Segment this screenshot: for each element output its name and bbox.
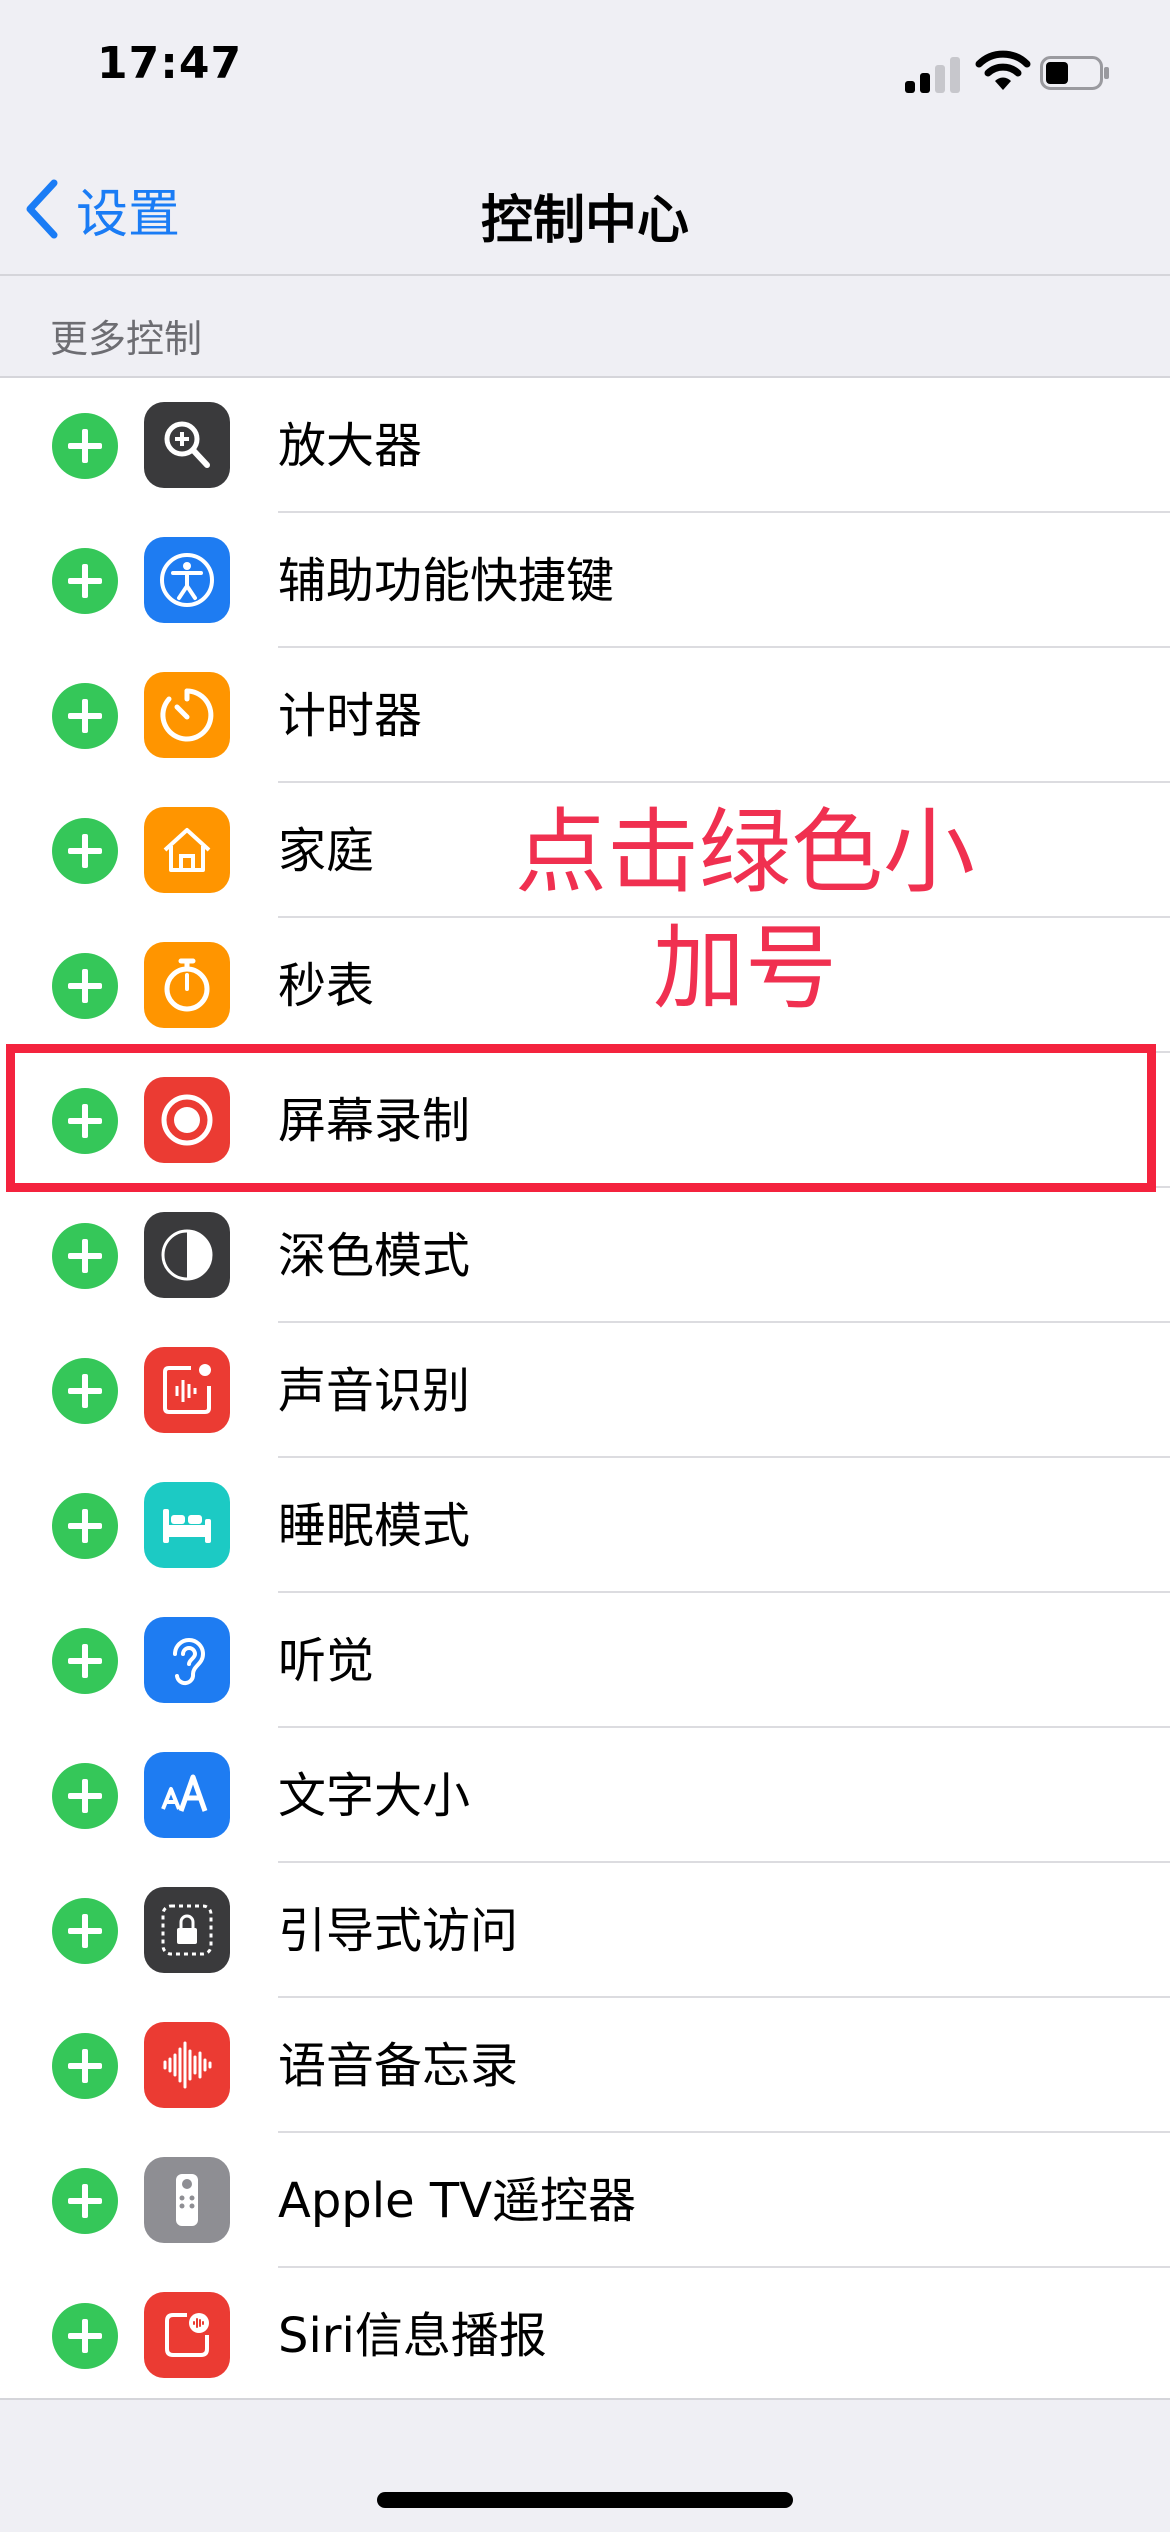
status-time: 17:47 bbox=[97, 38, 243, 89]
annotation-line-2: 加号 bbox=[652, 915, 837, 1022]
status-bar: 17:47 bbox=[0, 0, 1170, 150]
text-size-icon bbox=[144, 1752, 230, 1838]
battery-icon bbox=[1040, 56, 1109, 90]
list-item-label: 放大器 bbox=[278, 418, 423, 474]
voice-memo-icon bbox=[144, 2022, 230, 2108]
add-button[interactable] bbox=[52, 2303, 118, 2369]
add-button[interactable] bbox=[52, 413, 118, 479]
list-item-label: 辅助功能快捷键 bbox=[278, 553, 615, 609]
add-button[interactable] bbox=[52, 818, 118, 884]
list-item-text-size: 文字大小 bbox=[0, 1728, 1170, 1863]
list-item-dark-mode: 深色模式 bbox=[0, 1188, 1170, 1323]
list-item-hearing: 听觉 bbox=[0, 1593, 1170, 1728]
sound-recognition-icon bbox=[144, 1347, 230, 1433]
list-item-timer: 计时器 bbox=[0, 648, 1170, 783]
annotation-line-1: 点击绿色小 bbox=[514, 799, 975, 906]
list-item-label: 深色模式 bbox=[278, 1228, 471, 1284]
ear-icon bbox=[144, 1617, 230, 1703]
add-button[interactable] bbox=[52, 548, 118, 614]
annotation-text: 点击绿色小 加号 bbox=[505, 795, 985, 1027]
list-item-label: 文字大小 bbox=[278, 1768, 471, 1824]
add-button[interactable] bbox=[52, 1763, 118, 1829]
home-indicator[interactable] bbox=[377, 2492, 793, 2508]
timer-icon bbox=[144, 672, 230, 758]
list-item-sound-recognition: 声音识别 bbox=[0, 1323, 1170, 1458]
list-item-siri-announce: Siri信息播报 bbox=[0, 2268, 1170, 2403]
add-button[interactable] bbox=[52, 1358, 118, 1424]
magnifier-icon bbox=[144, 402, 230, 488]
list-item-label: 引导式访问 bbox=[278, 1903, 519, 1959]
add-button[interactable] bbox=[52, 953, 118, 1019]
list-item-label: 声音识别 bbox=[278, 1363, 471, 1419]
list-item-magnifier: 放大器 bbox=[0, 378, 1170, 513]
list-item-label: 听觉 bbox=[278, 1633, 375, 1689]
home-icon bbox=[144, 807, 230, 893]
list-item-voice-memos: 语音备忘录 bbox=[0, 1998, 1170, 2133]
tv-remote-icon bbox=[144, 2157, 230, 2243]
list-item-label: 睡眠模式 bbox=[278, 1498, 471, 1554]
section-header: 更多控制 bbox=[50, 317, 203, 361]
wifi-icon bbox=[975, 50, 1031, 90]
list-item-label: Siri信息播报 bbox=[278, 2308, 547, 2364]
dark-mode-icon bbox=[144, 1212, 230, 1298]
list-item-accessibility-shortcut: 辅助功能快捷键 bbox=[0, 513, 1170, 648]
list-item-label: Apple TV遥控器 bbox=[278, 2173, 637, 2229]
add-button[interactable] bbox=[52, 1628, 118, 1694]
add-button[interactable] bbox=[52, 1493, 118, 1559]
add-button[interactable] bbox=[52, 2168, 118, 2234]
guided-access-icon bbox=[144, 1887, 230, 1973]
list-item-label: 家庭 bbox=[278, 823, 375, 879]
list-item-sleep-mode: 睡眠模式 bbox=[0, 1458, 1170, 1593]
stopwatch-icon bbox=[144, 942, 230, 1028]
bed-icon bbox=[144, 1482, 230, 1568]
cellular-signal-icon bbox=[905, 55, 961, 93]
add-button[interactable] bbox=[52, 1223, 118, 1289]
list-item-guided-access: 引导式访问 bbox=[0, 1863, 1170, 1998]
add-button[interactable] bbox=[52, 683, 118, 749]
list-item-apple-tv-remote: Apple TV遥控器 bbox=[0, 2133, 1170, 2268]
add-button[interactable] bbox=[52, 1898, 118, 1964]
more-controls-list: 放大器 辅助功能快捷键 计时器 家庭 秒表 屏幕录制 深色模式 声音识别 睡眠模… bbox=[0, 376, 1170, 2400]
add-button[interactable] bbox=[52, 2033, 118, 2099]
list-item-label: 计时器 bbox=[278, 688, 423, 744]
list-item-label: 语音备忘录 bbox=[278, 2038, 519, 2094]
page-title: 控制中心 bbox=[480, 191, 689, 251]
navigation-bar: 设置 控制中心 bbox=[0, 150, 1170, 276]
siri-announce-icon bbox=[144, 2292, 230, 2378]
list-item-label: 秒表 bbox=[278, 958, 375, 1014]
annotation-highlight-box bbox=[6, 1044, 1156, 1192]
accessibility-icon bbox=[144, 537, 230, 623]
